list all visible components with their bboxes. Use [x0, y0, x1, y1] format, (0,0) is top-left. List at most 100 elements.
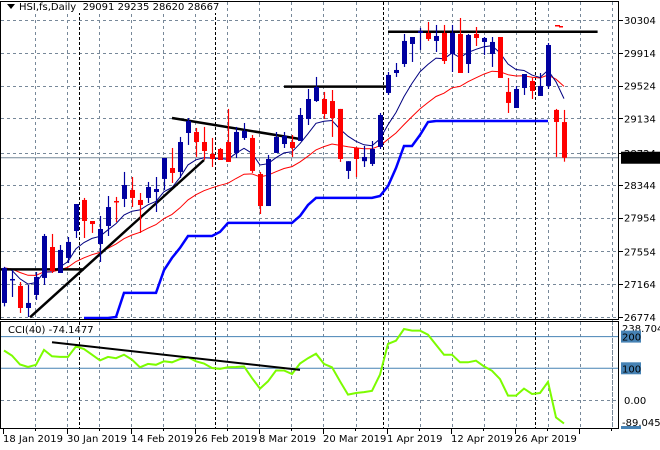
- candle: [346, 161, 351, 179]
- candle-body: [202, 141, 207, 151]
- candle-body: [26, 302, 31, 308]
- candle-body: [402, 40, 407, 65]
- fast-moving-average: [3, 45, 565, 285]
- candle-body: [186, 120, 191, 133]
- main-price-panel: [0, 17, 618, 320]
- candle: [18, 281, 23, 313]
- date-tick-label: 8 Mar 2019: [259, 434, 316, 445]
- candle: [378, 112, 383, 149]
- candle-body: [458, 33, 463, 74]
- header-close: 28667: [187, 2, 220, 13]
- price-tick-label: 28344: [624, 181, 656, 192]
- candle: [138, 192, 143, 233]
- candle: [314, 76, 319, 102]
- candle-body: [290, 141, 295, 148]
- trendline-rising-trendline: [29, 159, 205, 319]
- candle: [338, 108, 343, 162]
- price-chart[interactable]: 3030429914295242913428724283442795427554…: [0, 0, 660, 450]
- candle: [42, 233, 47, 285]
- candle-body: [50, 246, 55, 271]
- candle-body: [226, 141, 231, 162]
- candle: [458, 17, 463, 74]
- projection-marker: [559, 26, 563, 28]
- candle-body: [114, 200, 119, 203]
- candle-body: [138, 199, 143, 206]
- candle-body: [434, 35, 439, 41]
- candle: [218, 147, 223, 161]
- price-tick-label: 27954: [624, 214, 656, 225]
- price-tick-label: 27164: [624, 280, 656, 291]
- candle: [282, 131, 287, 148]
- candle-body: [18, 285, 23, 308]
- candle: [210, 137, 215, 167]
- candle-body: [370, 148, 375, 164]
- cci-level-label: 200: [622, 333, 641, 344]
- candle-body: [74, 204, 79, 232]
- price-tick-label: 30304: [624, 16, 656, 27]
- candle: [90, 221, 95, 233]
- candle: [162, 157, 167, 190]
- cci-zero-label: 0.00: [624, 396, 646, 407]
- collapse-triangle-icon[interactable]: [7, 4, 15, 9]
- candle-body: [410, 36, 415, 44]
- candle: [386, 71, 391, 95]
- candle-body: [522, 74, 527, 88]
- candle-body: [258, 173, 263, 207]
- candle: [82, 197, 87, 238]
- candle: [306, 88, 311, 126]
- date-tick-label: 26 Apr 2019: [515, 434, 577, 445]
- candle-body: [162, 157, 167, 179]
- cci-level-label: 100: [622, 364, 641, 375]
- date-tick-label: 20 Mar 2019: [323, 434, 386, 445]
- candle: [562, 109, 567, 162]
- candle-body: [474, 33, 479, 39]
- cci-panel-border: [0, 321, 619, 429]
- candle-body: [466, 34, 471, 65]
- cci-panel: [3, 327, 565, 425]
- candle: [58, 244, 63, 273]
- candle: [322, 91, 327, 120]
- candle-body: [378, 114, 383, 147]
- candle-body: [266, 158, 271, 207]
- candle: [50, 233, 55, 273]
- date-tick-label: 30 Jan 2019: [67, 434, 127, 445]
- candle: [418, 27, 423, 50]
- candle-body: [450, 32, 455, 54]
- candle-body: [194, 131, 199, 142]
- header-open: 29091: [82, 2, 115, 13]
- candle: [26, 284, 31, 317]
- candle: [266, 154, 271, 207]
- candle-body: [562, 122, 567, 158]
- candle-body: [394, 69, 399, 74]
- candle-body: [90, 221, 95, 225]
- candle-body: [498, 36, 503, 78]
- candle-body: [330, 101, 335, 119]
- date-tick-label: 12 Apr 2019: [451, 434, 513, 445]
- candle: [234, 126, 239, 158]
- candle-body: [82, 199, 87, 222]
- candle-body: [482, 38, 487, 42]
- support-step-line: [84, 119, 548, 320]
- candle: [250, 135, 255, 173]
- candle-body: [538, 85, 543, 96]
- candle: [530, 77, 535, 100]
- header-high: 29235: [117, 2, 150, 13]
- candle-body: [282, 136, 287, 145]
- candle-body: [418, 30, 423, 33]
- cci-label: CCI(40) -74.1477: [6, 325, 96, 336]
- candle-body: [298, 114, 303, 141]
- candle-body: [154, 189, 159, 192]
- candle-body: [34, 276, 39, 295]
- candle-body: [322, 99, 327, 114]
- candle: [122, 171, 127, 208]
- candle-body: [386, 74, 391, 93]
- candle: [394, 62, 399, 77]
- candle-body: [234, 131, 239, 153]
- date-tick-label: 18 Jan 2019: [3, 434, 63, 445]
- candle: [514, 85, 519, 109]
- cci-line: [3, 327, 565, 425]
- candle: [226, 108, 231, 162]
- cci-min-label: -89.0454: [622, 418, 660, 429]
- candle: [2, 266, 7, 307]
- candle: [258, 171, 263, 215]
